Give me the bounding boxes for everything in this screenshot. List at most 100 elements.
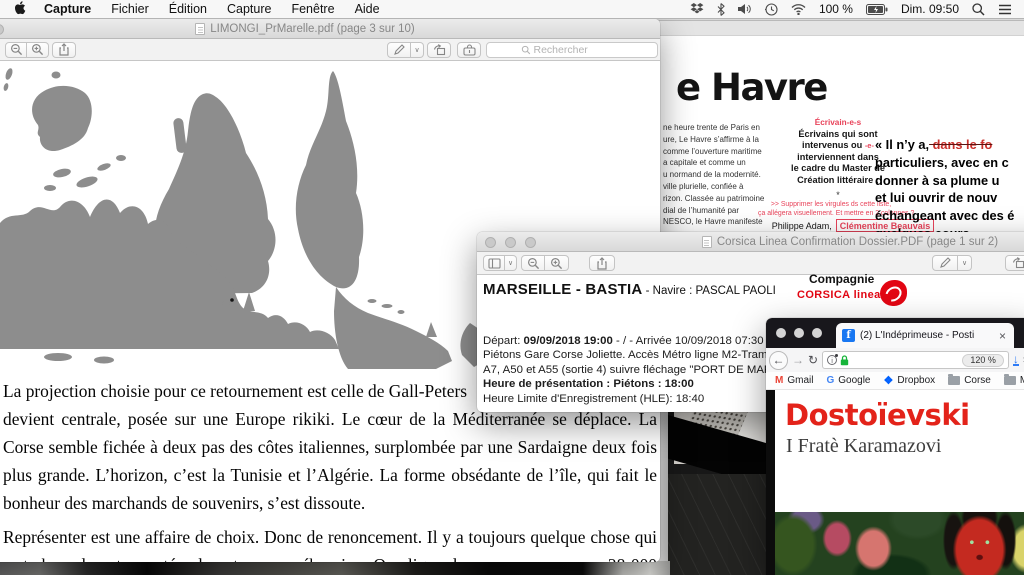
corsica-titlebar[interactable]: Corsica Linea Confirmation Dossier.PDF (… — [477, 232, 1024, 252]
desktop: { "menu_bar": { "app_name": "Capture", "… — [0, 0, 1024, 575]
author-name-1: Philippe Adam, — [772, 221, 832, 231]
folder-icon — [1004, 376, 1016, 385]
time-machine-status-icon[interactable] — [765, 3, 778, 16]
zoom-out-button[interactable] — [5, 42, 27, 58]
menu-status-area: 100 % Dim. 09:50 — [690, 2, 1024, 16]
menu-item[interactable]: Fichier — [101, 2, 159, 16]
markup-pen-button[interactable] — [387, 42, 411, 58]
route-ship: - Navire : PASCAL PAOLI — [642, 285, 775, 297]
share-button[interactable] — [589, 255, 615, 271]
photo-montage-strip — [0, 561, 670, 575]
corsica-info-block: Départ: 09/09/2018 19:00 - / - Arrivée 1… — [483, 334, 776, 406]
zoom-buttons — [5, 42, 49, 58]
minimize-window-button[interactable] — [505, 237, 516, 248]
share-button[interactable] — [52, 42, 76, 58]
search-input[interactable] — [534, 44, 624, 56]
view-chevron-button[interactable]: ∨ — [505, 255, 517, 271]
pdf-text-line: bonheur des marchands de souvenirs, s’es… — [3, 489, 657, 517]
folder-icon — [948, 376, 960, 385]
minimize-window-button[interactable] — [794, 328, 804, 338]
zoom-window-button[interactable] — [812, 328, 822, 338]
zoom-in-button[interactable] — [545, 255, 569, 271]
limongi-titlebar[interactable]: LIMONGI_PrMarelle.pdf (page 3 sur 10) — [0, 19, 660, 39]
downloads-button[interactable]: ↓ — [1013, 354, 1019, 366]
page-info-icon[interactable]: i — [827, 355, 837, 365]
plaquette-quote-line: particuliers, avec en c — [875, 154, 1024, 172]
plaquette-quote-line: et lui ouvrir de nouv — [875, 189, 1024, 207]
corsica-title: Corsica Linea Confirmation Dossier.PDF (… — [717, 236, 998, 248]
pdf-text-line: Représenter est une affaire de choix. Do… — [3, 523, 657, 551]
menu-item[interactable]: Capture — [217, 2, 281, 16]
forward-button[interactable]: → — [792, 354, 804, 366]
menu-clock[interactable]: Dim. 09:50 — [901, 2, 959, 16]
rotate-button[interactable] — [1005, 255, 1024, 271]
traffic-lights[interactable] — [0, 24, 4, 35]
menu-item[interactable]: Aide — [345, 2, 390, 16]
book-cover-painting — [775, 512, 1024, 575]
tab-close-icon[interactable]: × — [997, 329, 1008, 343]
bookmark-google[interactable]: GGoogle — [826, 375, 870, 386]
search-field[interactable] — [486, 42, 658, 58]
battery-icon — [866, 4, 888, 15]
plaquette-quote-line: échangeant avec des é — [875, 207, 1024, 225]
zoom-level-badge[interactable]: 120 % — [962, 354, 1004, 367]
limongi-toolbar: ∨ — [0, 39, 660, 61]
corsica-info-line: Heure Limite d'Enregistrement (HLE): 18:… — [483, 392, 776, 406]
back-button[interactable]: ← — [769, 351, 788, 370]
menu-bar: Capture FichierÉditionCaptureFenêtreAide… — [0, 0, 1024, 19]
traffic-lights[interactable] — [485, 237, 536, 248]
plaquette-headline: e Havre — [676, 66, 827, 109]
back-icon: ← — [773, 354, 785, 366]
zoom-window-button[interactable] — [0, 24, 4, 35]
browser-tab[interactable]: f (2) L'Indéprimeuse - Posti × — [836, 323, 1014, 348]
rotate-button[interactable] — [427, 42, 451, 58]
markup-chevron-button[interactable]: ∨ — [411, 42, 424, 58]
wifi-status-icon[interactable] — [791, 4, 806, 15]
markup-toolbox-button[interactable] — [457, 42, 481, 58]
corsica-info-line: Heure de présentation : Piétons : 18:00 — [483, 377, 776, 391]
corsica-map-dot — [230, 298, 234, 302]
plaquette-quote-line: « Il n’y a, dans le fo — [875, 136, 1024, 154]
https-lock-icon — [840, 355, 849, 366]
zoom-window-button[interactable] — [525, 237, 536, 248]
plaquette-left-line: ne heure trente de Paris en — [663, 122, 788, 134]
corsica-linea-logo-text: CORSICA linea — [797, 289, 881, 301]
markup-button-group: ∨ — [387, 42, 424, 58]
markup-chevron-button[interactable]: ∨ — [958, 255, 972, 271]
menu-item[interactable]: Fenêtre — [281, 2, 344, 16]
close-window-button[interactable] — [776, 328, 786, 338]
markup-pen-button[interactable] — [932, 255, 958, 271]
limongi-title: LIMONGI_PrMarelle.pdf (page 3 sur 10) — [210, 23, 415, 35]
bookmark-gmail[interactable]: MGmail — [775, 375, 813, 386]
bookmark-corse[interactable]: Corse — [948, 375, 991, 386]
zoom-out-button[interactable] — [521, 255, 545, 271]
menu-item[interactable]: Édition — [159, 2, 217, 16]
browser-nav-bar: ← → ↻ i 120 % ↓ » — [766, 348, 1024, 372]
dropbox-status-icon[interactable] — [690, 3, 704, 15]
view-button-group: ∨ — [483, 255, 517, 271]
zoom-in-button[interactable] — [27, 42, 49, 58]
pdf-text-line: reste hors de notre portée, de notre com… — [3, 551, 657, 562]
active-app-menu[interactable]: Capture — [34, 2, 101, 16]
bookmark-dropbox[interactable]: ❖Dropbox — [884, 374, 936, 387]
search-icon — [521, 45, 531, 55]
url-bar[interactable]: i 120 % — [822, 351, 1009, 369]
corsica-info-line: Piétons Gare Corse Joliette. Accès Métro… — [483, 348, 776, 362]
zoom-buttons — [521, 255, 569, 271]
close-window-button[interactable] — [485, 237, 496, 248]
bookmark-master[interactable]: Master — [1004, 375, 1024, 386]
notification-center-icon[interactable] — [998, 4, 1012, 15]
photo-stage-area — [668, 474, 778, 575]
pdf-text-line: Corse semble fichée à deux pas des côtes… — [3, 433, 657, 461]
spotlight-icon[interactable] — [972, 3, 985, 16]
bookmark-label: Master — [1020, 375, 1024, 386]
sidebar-view-button[interactable] — [483, 255, 505, 271]
plaquette-left-line: comme l’ouverture maritime — [663, 146, 788, 158]
apple-menu[interactable] — [14, 1, 26, 18]
bluetooth-status-icon[interactable] — [717, 3, 725, 16]
volume-status-icon[interactable] — [738, 3, 752, 15]
corsica-toolbar: ∨ ∨ — [477, 252, 1024, 275]
traffic-lights[interactable] — [776, 328, 822, 338]
reload-button[interactable]: ↻ — [808, 354, 818, 366]
route-cities: MARSEILLE - BASTIA — [483, 281, 642, 298]
